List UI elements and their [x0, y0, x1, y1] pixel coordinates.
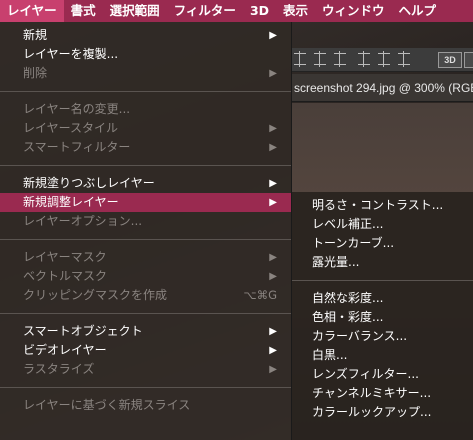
menu-item-smart-object[interactable]: スマートオブジェクト ▶	[0, 322, 291, 341]
menu-item-label: 削除	[23, 66, 48, 80]
menu-item-delete[interactable]: 削除 ▶	[0, 64, 291, 83]
menu-separator	[0, 387, 291, 388]
menu-item-label: スマートオブジェクト	[23, 324, 143, 338]
menu-item-label: ラスタライズ	[23, 362, 95, 376]
submenu-arrow-icon: ▶	[269, 326, 277, 337]
shortcut-label: ⌥⌘G	[243, 288, 277, 302]
menubar-type[interactable]: 書式	[64, 0, 103, 22]
menu-item-create-clipping-mask[interactable]: クリッピングマスクを作成 ⌥⌘G	[0, 286, 291, 305]
menu-item-label: レイヤースタイル	[23, 121, 119, 135]
menu-separator	[0, 165, 291, 166]
menu-item-video-layer[interactable]: ビデオレイヤー ▶	[0, 341, 291, 360]
submenu-arrow-icon: ▶	[269, 30, 277, 41]
distribute-icon[interactable]	[294, 51, 306, 67]
submenu-item-color-lookup[interactable]: カラールックアップ...	[292, 403, 473, 422]
submenu-arrow-icon: ▶	[269, 252, 277, 263]
menu-item-label: 新規塗りつぶしレイヤー	[23, 176, 155, 190]
menu-item-label: レイヤーマスク	[23, 250, 107, 264]
distribute-icon[interactable]	[314, 51, 326, 67]
menu-item-smart-filter[interactable]: スマートフィルター ▶	[0, 138, 291, 157]
submenu-item-hue-saturation[interactable]: 色相・彩度...	[292, 308, 473, 327]
menu-item-new-fill-layer[interactable]: 新規塗りつぶしレイヤー ▶	[0, 174, 291, 193]
submenu-item-photo-filter[interactable]: レンズフィルター...	[292, 365, 473, 384]
menu-item-label: 新規調整レイヤー	[23, 195, 119, 209]
submenu-item-black-white[interactable]: 白黒...	[292, 346, 473, 365]
align-icon[interactable]	[358, 51, 370, 67]
3d-mode-button[interactable]: 3D	[438, 52, 462, 68]
submenu-item-curves[interactable]: トーンカーブ...	[292, 234, 473, 253]
menu-item-label: 新規	[23, 28, 48, 42]
menubar-layer[interactable]: レイヤー	[0, 0, 64, 22]
align-icon[interactable]	[378, 51, 390, 67]
submenu-arrow-icon: ▶	[269, 68, 277, 79]
submenu-arrow-icon: ▶	[269, 345, 277, 356]
menu-item-label: レイヤーオプション...	[23, 214, 143, 228]
submenu-item-color-balance[interactable]: カラーバランス...	[292, 327, 473, 346]
submenu-item-channel-mixer[interactable]: チャンネルミキサー...	[292, 384, 473, 403]
submenu-arrow-icon: ▶	[269, 197, 277, 208]
submenu-arrow-icon: ▶	[269, 142, 277, 153]
menubar-view[interactable]: 表示	[276, 0, 315, 22]
layer-menu: 新規 ▶ レイヤーを複製... 削除 ▶ レイヤー名の変更... レイヤースタイ…	[0, 22, 292, 440]
menu-separator	[0, 239, 291, 240]
menu-bar: レイヤー 書式 選択範囲 フィルター 3D 表示 ウィンドウ ヘルプ	[0, 0, 473, 22]
align-icon[interactable]	[398, 51, 410, 67]
menubar-filter[interactable]: フィルター	[167, 0, 243, 22]
menubar-help[interactable]: ヘルプ	[392, 0, 444, 22]
menu-separator	[0, 91, 291, 92]
menu-item-label: レイヤーに基づく新規スライス	[23, 398, 191, 412]
menu-item-label: レイヤー名の変更...	[23, 102, 131, 116]
submenu-item-vibrance[interactable]: 自然な彩度...	[292, 289, 473, 308]
menu-item-layer-mask[interactable]: レイヤーマスク ▶	[0, 248, 291, 267]
menu-separator	[0, 313, 291, 314]
menu-item-label: レイヤーを複製...	[23, 47, 119, 61]
menu-item-layer-options[interactable]: レイヤーオプション...	[0, 212, 291, 231]
document-tab[interactable]: screenshot 294.jpg @ 300% (RGB/8)	[292, 74, 473, 102]
submenu-arrow-icon: ▶	[269, 123, 277, 134]
menu-item-new-layer-based-slice[interactable]: レイヤーに基づく新規スライス	[0, 396, 291, 415]
menu-item-rename-layer[interactable]: レイヤー名の変更...	[0, 100, 291, 119]
menu-item-label: ベクトルマスク	[23, 269, 108, 283]
submenu-item-brightness-contrast[interactable]: 明るさ・コントラスト...	[292, 196, 473, 215]
3d-mode-button-secondary[interactable]	[464, 52, 473, 68]
menu-item-label: クリッピングマスクを作成	[23, 288, 168, 302]
menu-item-label: ビデオレイヤー	[23, 343, 107, 357]
submenu-arrow-icon: ▶	[269, 364, 277, 375]
menu-item-rasterize[interactable]: ラスタライズ ▶	[0, 360, 291, 379]
submenu-item-levels[interactable]: レベル補正...	[292, 215, 473, 234]
menu-item-layer-style[interactable]: レイヤースタイル ▶	[0, 119, 291, 138]
submenu-arrow-icon: ▶	[269, 271, 277, 282]
menu-item-duplicate-layer[interactable]: レイヤーを複製...	[0, 45, 291, 64]
menubar-select[interactable]: 選択範囲	[103, 0, 167, 22]
menu-item-label: スマートフィルター	[23, 140, 131, 154]
menu-item-vector-mask[interactable]: ベクトルマスク ▶	[0, 267, 291, 286]
align-icon[interactable]	[334, 51, 346, 67]
menu-item-new-adjustment-layer[interactable]: 新規調整レイヤー ▶	[0, 193, 291, 212]
menubar-window[interactable]: ウィンドウ	[315, 0, 392, 22]
menu-separator	[292, 280, 473, 281]
menubar-3d[interactable]: 3D	[243, 0, 276, 22]
adjustment-layer-submenu: 明るさ・コントラスト... レベル補正... トーンカーブ... 露光量... …	[292, 192, 473, 440]
menu-item-new[interactable]: 新規 ▶	[0, 26, 291, 45]
submenu-item-exposure[interactable]: 露光量...	[292, 253, 473, 272]
submenu-arrow-icon: ▶	[269, 178, 277, 189]
